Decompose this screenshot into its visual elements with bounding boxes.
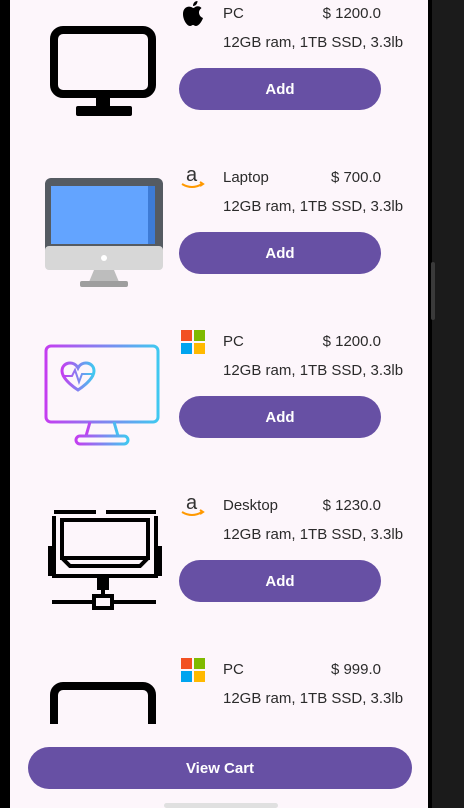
device-frame [428, 0, 464, 808]
windows-icon [181, 330, 205, 354]
product-specs: 12GB ram, 1TB SSD, 3.3lb [223, 690, 404, 707]
add-button[interactable]: Add [179, 560, 381, 602]
product-card: a Laptop $ 700.0 12GB ram, 1TB SSD, 3.3l… [10, 162, 428, 326]
product-price: $ 1200.0 [322, 5, 381, 22]
amazon-icon: a [181, 164, 205, 188]
monitor-outline-icon [50, 682, 156, 724]
home-indicator[interactable] [164, 803, 278, 808]
apple-icon [183, 1, 203, 27]
health-monitor-icon [44, 344, 160, 446]
product-name: PC [223, 333, 244, 350]
add-button[interactable]: Add [179, 232, 381, 274]
imac-icon [45, 178, 163, 287]
svg-text:a: a [186, 164, 198, 186]
windows-icon [181, 658, 205, 682]
product-name: Desktop [223, 497, 279, 514]
product-name: Laptop [223, 169, 269, 186]
add-button[interactable]: Add [179, 68, 381, 110]
product-specs: 12GB ram, 1TB SSD, 3.3lb [223, 362, 404, 379]
svg-text:a: a [186, 492, 198, 514]
product-list-screen: PC $ 1200.0 12GB ram, 1TB SSD, 3.3lb Add… [10, 0, 428, 808]
desktop-network-icon [48, 510, 162, 610]
side-button [431, 262, 435, 320]
view-cart-button[interactable]: View Cart [28, 747, 412, 789]
add-button[interactable]: Add [179, 396, 381, 438]
product-card: PC $ 1200.0 12GB ram, 1TB SSD, 3.3lb Add [10, 0, 428, 162]
product-price: $ 700.0 [330, 169, 381, 186]
product-specs: 12GB ram, 1TB SSD, 3.3lb [223, 198, 404, 215]
product-card: PC $ 999.0 12GB ram, 1TB SSD, 3.3lb [10, 654, 428, 724]
product-card: PC $ 1200.0 12GB ram, 1TB SSD, 3.3lb Add [10, 326, 428, 490]
product-name: PC [223, 5, 244, 22]
product-price: $ 1230.0 [322, 497, 381, 514]
product-price: $ 1200.0 [322, 333, 381, 350]
product-price: $ 999.0 [330, 661, 381, 678]
product-name: PC [223, 661, 244, 678]
product-specs: 12GB ram, 1TB SSD, 3.3lb [223, 34, 404, 51]
product-card: a Desktop $ 1230.0 12GB ram, 1TB SSD, 3.… [10, 490, 428, 654]
amazon-icon: a [181, 492, 205, 516]
product-specs: 12GB ram, 1TB SSD, 3.3lb [223, 526, 404, 543]
frame-edge [428, 0, 432, 808]
monitor-outline-icon [50, 26, 156, 116]
